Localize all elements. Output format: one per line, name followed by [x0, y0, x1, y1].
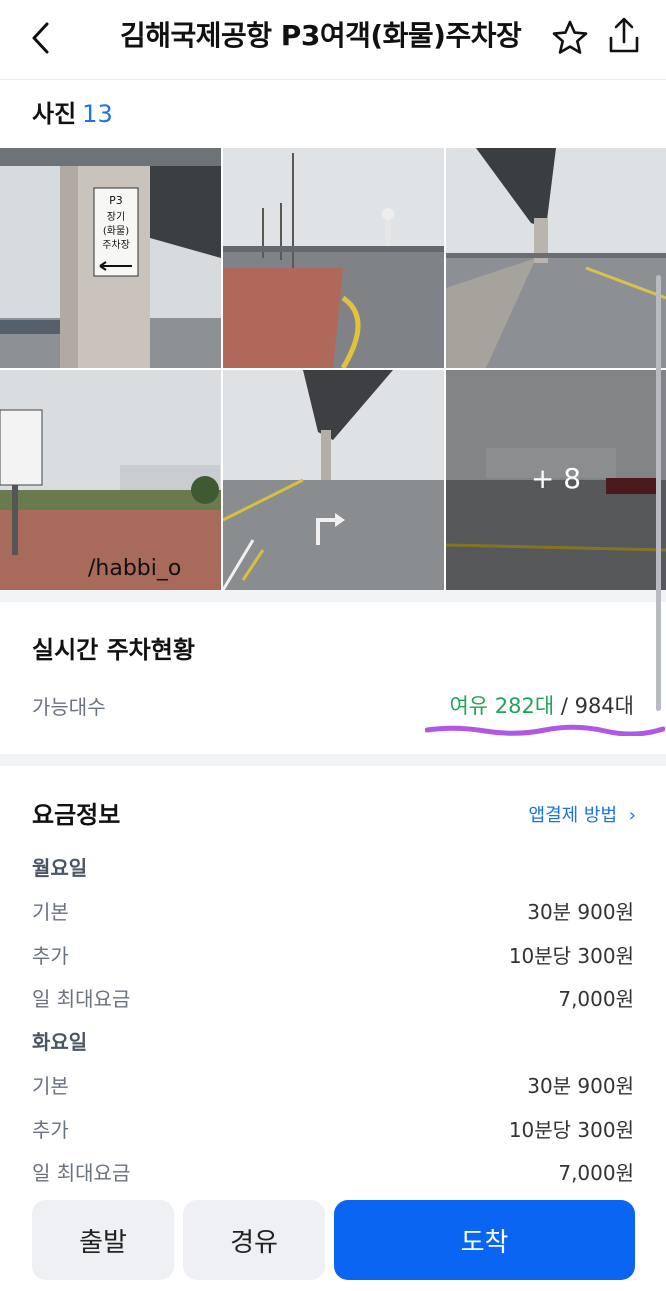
realtime-title: 실시간 주차현황: [32, 636, 195, 664]
app-payment-link-label: 앱결제 방법: [528, 805, 618, 826]
photo-thumbnail[interactable]: [223, 370, 444, 590]
fee-row-value: 30분 900원: [527, 1074, 634, 1098]
photos-header: 사진 13: [32, 96, 113, 132]
section-divider: [0, 754, 666, 766]
fee-row-label: 기본: [32, 900, 69, 924]
photo-thumbnail[interactable]: /habbi_o: [0, 370, 221, 590]
fee-title: 요금정보: [32, 801, 121, 829]
photo-thumbnail[interactable]: [446, 148, 666, 368]
fee-row-value: 10분당 300원: [508, 944, 634, 968]
available-count: 여유 282대 / 984대: [449, 690, 634, 722]
sign-text: 주차장: [102, 239, 130, 251]
available-label: 가능대수: [32, 695, 106, 719]
sign-text: 장기: [107, 211, 125, 223]
photos-label: 사진: [32, 100, 77, 128]
chevron-right-icon: ›: [628, 805, 636, 826]
scrollbar[interactable]: [656, 275, 661, 711]
photos-count: 13: [82, 100, 113, 128]
fee-row-label: 추가: [32, 944, 69, 968]
star-icon[interactable]: [550, 18, 590, 58]
sign-text: (화물): [103, 225, 129, 237]
photo-thumbnail-more[interactable]: + 8: [446, 370, 666, 590]
depart-button[interactable]: 출발: [32, 1200, 174, 1280]
fee-row-value: 7,000원: [558, 987, 634, 1011]
top-bar: 김해국제공항 P3여객(화물)주차장: [0, 0, 666, 80]
via-button[interactable]: 경유: [183, 1200, 325, 1280]
back-icon[interactable]: [22, 18, 62, 58]
more-photos-count: + 8: [530, 462, 582, 495]
fee-row-label: 일 최대요금: [32, 1161, 131, 1185]
arrive-button[interactable]: 도착: [334, 1200, 635, 1280]
share-icon[interactable]: [604, 16, 644, 56]
fee-row-value: 10분당 300원: [508, 1118, 634, 1142]
available-value: 여유 282대: [449, 694, 555, 718]
day-label: 월요일: [32, 856, 88, 880]
total-value: / 984대: [554, 694, 634, 718]
fee-row-value: 30분 900원: [527, 900, 634, 924]
photo-grid: P3 장기 (화물) 주차장 /habbi_o + 8: [0, 148, 666, 590]
fee-row-value: 7,000원: [558, 1161, 634, 1185]
page-title: 김해국제공항 P3여객(화물)주차장: [120, 19, 522, 52]
day-label: 화요일: [32, 1030, 88, 1054]
sign-text: P3: [109, 194, 123, 207]
photo-thumbnail[interactable]: P3 장기 (화물) 주차장: [0, 148, 221, 368]
fee-row-label: 기본: [32, 1074, 69, 1098]
highlight-scribble: [425, 724, 665, 736]
watermark-text: /habbi_o: [88, 556, 181, 581]
fee-row-label: 일 최대요금: [32, 987, 131, 1011]
fee-row-label: 추가: [32, 1118, 69, 1142]
app-payment-link[interactable]: 앱결제 방법 ›: [529, 802, 636, 830]
section-divider: [0, 590, 666, 602]
photo-thumbnail[interactable]: [223, 148, 444, 368]
